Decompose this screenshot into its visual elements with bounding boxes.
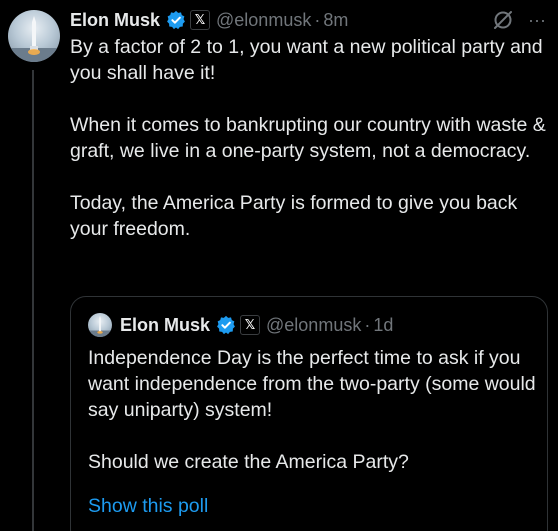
- tweet-header: Elon Musk 𝕏 @elonmusk · 8m: [70, 8, 348, 32]
- quoted-paragraph: Independence Day is the perfect time to …: [88, 347, 536, 421]
- x-affiliate-badge-icon[interactable]: 𝕏: [240, 315, 261, 335]
- verified-badge-icon[interactable]: [216, 315, 236, 335]
- tweet-text: By a factor of 2 to 1, you want a new po…: [70, 34, 550, 242]
- quoted-paragraph: Should we create the America Party?: [88, 451, 409, 473]
- author-name[interactable]: Elon Musk: [70, 10, 160, 31]
- grok-icon[interactable]: [492, 9, 514, 31]
- quoted-tweet-header: Elon Musk 𝕏 @elonmusk · 1d: [88, 313, 393, 337]
- separator-dot: ·: [364, 314, 371, 335]
- quoted-author-name[interactable]: Elon Musk: [120, 315, 210, 336]
- tweet-paragraph: Today, the America Party is formed to gi…: [70, 192, 518, 240]
- separator-dot: ·: [314, 9, 321, 30]
- tweet[interactable]: Elon Musk 𝕏 @elonmusk · 8m ··· By a fact…: [0, 0, 558, 531]
- verified-badge-icon[interactable]: [166, 10, 186, 30]
- tweet-paragraph: By a factor of 2 to 1, you want a new po…: [70, 36, 543, 84]
- quoted-timestamp[interactable]: 1d: [373, 315, 393, 336]
- show-poll-link[interactable]: Show this poll: [88, 493, 208, 519]
- timestamp[interactable]: 8m: [323, 10, 348, 31]
- avatar[interactable]: [8, 10, 60, 62]
- more-icon[interactable]: ···: [525, 10, 549, 30]
- x-affiliate-badge-icon[interactable]: 𝕏: [190, 10, 211, 30]
- quoted-author-handle[interactable]: @elonmusk: [266, 315, 361, 336]
- quoted-avatar[interactable]: [88, 313, 112, 337]
- quoted-tweet-text: Independence Day is the perfect time to …: [88, 345, 538, 475]
- quoted-tweet[interactable]: Elon Musk 𝕏 @elonmusk · 1d Independence …: [70, 296, 548, 531]
- thread-line: [32, 70, 34, 531]
- author-handle[interactable]: @elonmusk: [216, 10, 311, 31]
- tweet-paragraph: When it comes to bankrupting our country…: [70, 114, 546, 162]
